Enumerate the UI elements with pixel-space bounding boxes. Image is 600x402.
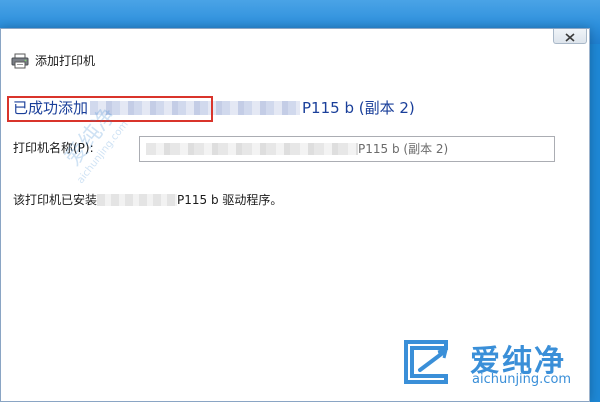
logo-en-text: aichunjing.com	[472, 372, 572, 387]
printer-icon	[11, 53, 29, 69]
info-prefix: 该打印机已安装	[13, 193, 98, 207]
heading-suffix: P115 b (副本 2)	[302, 99, 415, 117]
highlight-annotation	[7, 96, 213, 122]
close-icon	[565, 27, 575, 46]
driver-info-text: 该打印机已安装 P115 b 驱动程序。	[13, 191, 282, 209]
window-title: 添加打印机	[35, 54, 96, 68]
title-bar: 添加打印机	[1, 29, 589, 91]
redacted-driver-model	[97, 194, 178, 206]
logo-mark-icon	[402, 338, 458, 386]
printer-name-input[interactable]: P115 b (副本 2)	[139, 136, 555, 162]
site-logo-watermark: 爱纯净 aichunjing.com	[392, 330, 597, 396]
info-suffix: P115 b 驱动程序。	[177, 193, 283, 207]
redacted-name-part	[146, 143, 358, 155]
printer-name-label: 打印机名称(P):	[13, 141, 94, 155]
printer-name-value-suffix: P115 b (副本 2)	[358, 142, 449, 156]
close-button[interactable]	[553, 29, 587, 44]
